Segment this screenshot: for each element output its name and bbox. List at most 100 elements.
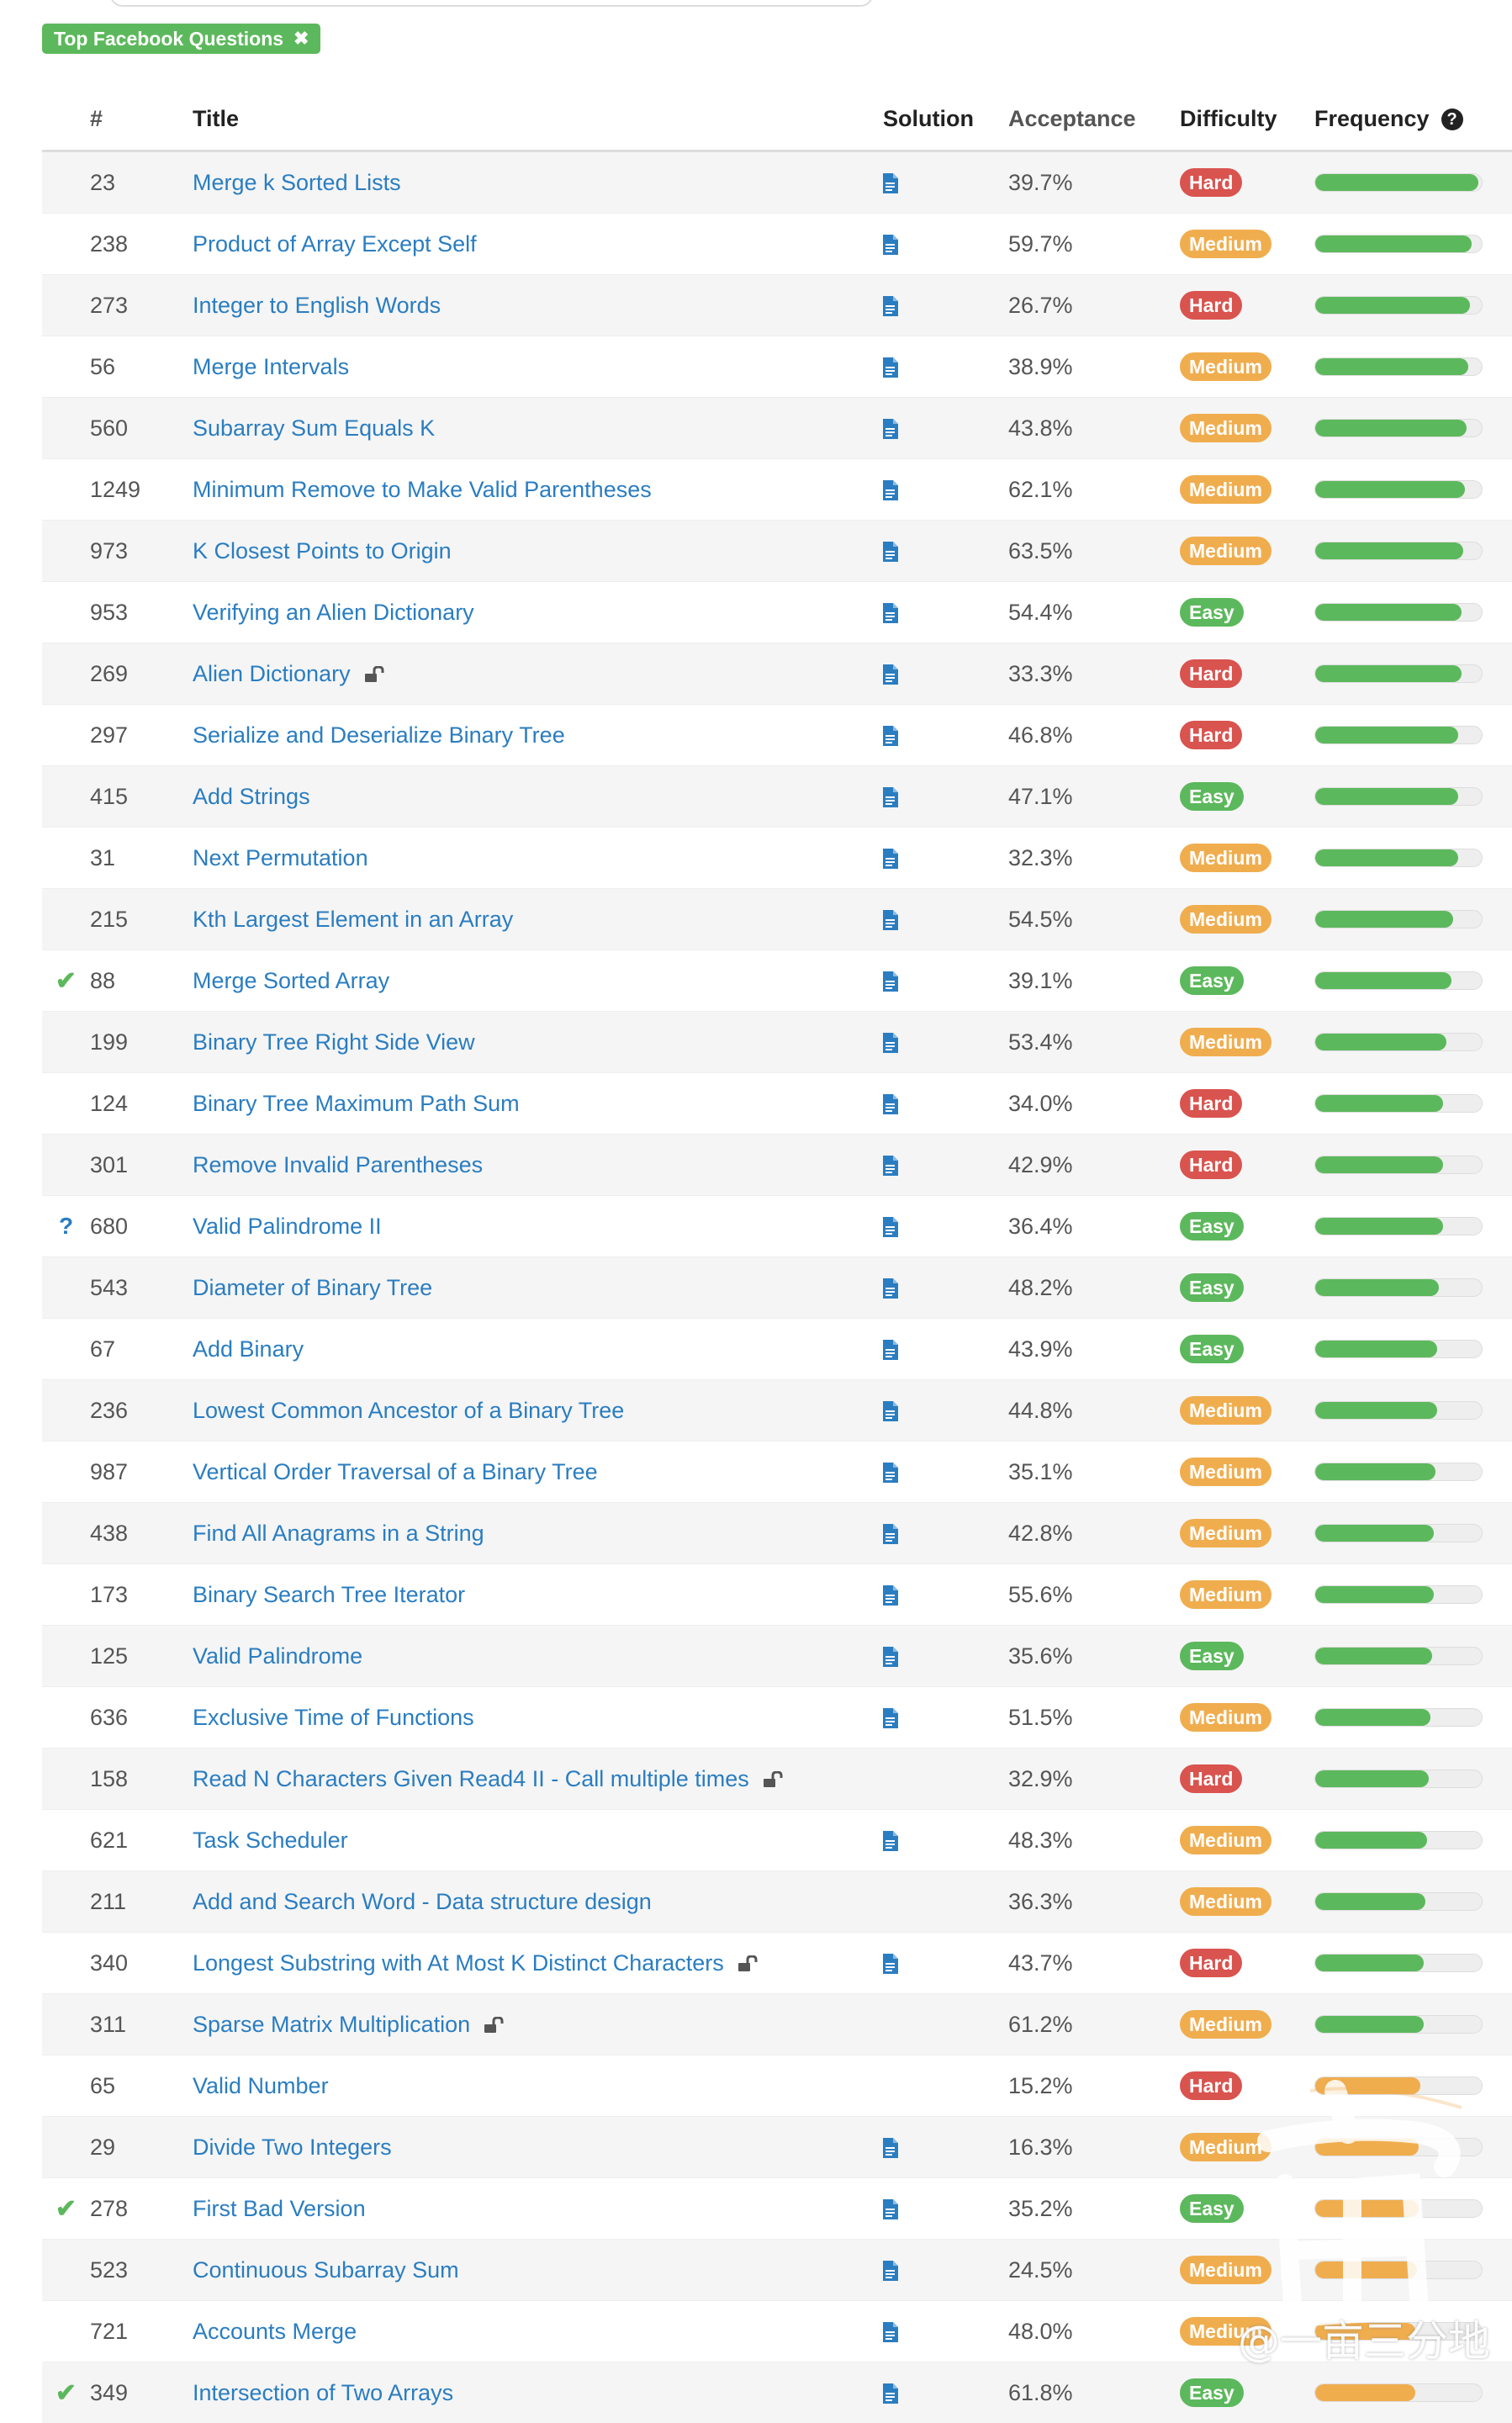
problem-title-link[interactable]: Integer to English Words (193, 293, 441, 318)
problem-title-link[interactable]: Read N Characters Given Read4 II - Call … (193, 1766, 749, 1791)
table-row[interactable]: 211Add and Search Word - Data structure … (42, 1871, 1512, 1933)
problem-title-link[interactable]: Lowest Common Ancestor of a Binary Tree (193, 1398, 624, 1423)
solution-doc-icon[interactable] (883, 661, 900, 686)
solution-doc-icon[interactable] (883, 231, 900, 257)
col-difficulty[interactable]: Difficulty (1180, 87, 1314, 151)
problem-title-link[interactable]: Exclusive Time of Functions (193, 1705, 474, 1730)
problem-title-link[interactable]: Merge k Sorted Lists (193, 170, 401, 195)
solution-doc-icon[interactable] (883, 1091, 900, 1116)
solution-doc-icon[interactable] (883, 600, 900, 625)
problem-title-link[interactable]: Binary Search Tree Iterator (193, 1582, 465, 1607)
table-row[interactable]: 438Find All Anagrams in a String42.8%Med… (42, 1503, 1512, 1564)
solution-doc-icon[interactable] (883, 1152, 900, 1177)
table-row[interactable]: 543Diameter of Binary Tree48.2%Easy (42, 1257, 1512, 1319)
solution-doc-icon[interactable] (883, 1275, 900, 1300)
table-row[interactable]: 269Alien Dictionary33.3%Hard (42, 643, 1512, 705)
problem-title-link[interactable]: Divide Two Integers (193, 2135, 392, 2160)
table-row[interactable]: 560Subarray Sum Equals K43.8%Medium (42, 398, 1512, 459)
solution-doc-icon[interactable] (883, 2196, 900, 2221)
table-row[interactable]: 636Exclusive Time of Functions51.5%Mediu… (42, 1687, 1512, 1748)
table-row[interactable]: 973K Closest Points to Origin63.5%Medium (42, 521, 1512, 582)
solution-doc-icon[interactable] (883, 1705, 900, 1730)
problem-title-link[interactable]: Valid Palindrome II (193, 1214, 382, 1239)
table-row[interactable]: ?680Valid Palindrome II36.4%Easy (42, 1196, 1512, 1257)
solution-doc-icon[interactable] (883, 2135, 900, 2160)
solution-doc-icon[interactable] (883, 845, 900, 870)
problem-title-link[interactable]: Verifying an Alien Dictionary (193, 600, 474, 625)
solution-doc-icon[interactable] (883, 538, 900, 563)
table-row[interactable]: 199Binary Tree Right Side View53.4%Mediu… (42, 1012, 1512, 1073)
solution-doc-icon[interactable] (883, 1029, 900, 1055)
solution-doc-icon[interactable] (883, 2380, 900, 2405)
problem-title-link[interactable]: Alien Dictionary (193, 661, 351, 686)
table-row[interactable]: 65Valid Number15.2%Hard (42, 2055, 1512, 2117)
table-row[interactable]: 238Product of Array Except Self59.7%Medi… (42, 214, 1512, 275)
solution-doc-icon[interactable] (883, 293, 900, 318)
problem-title-link[interactable]: Merge Intervals (193, 354, 349, 379)
solution-doc-icon[interactable] (883, 2257, 900, 2283)
solution-doc-icon[interactable] (883, 415, 900, 441)
solution-doc-icon[interactable] (883, 1214, 900, 1239)
search-box[interactable] (109, 0, 874, 7)
table-row[interactable]: 987Vertical Order Traversal of a Binary … (42, 1442, 1512, 1503)
problem-title-link[interactable]: Continuous Subarray Sum (193, 2257, 459, 2283)
solution-doc-icon[interactable] (883, 1459, 900, 1484)
table-row[interactable]: 297Serialize and Deserialize Binary Tree… (42, 705, 1512, 766)
problem-title-link[interactable]: Find All Anagrams in a String (193, 1521, 484, 1546)
solution-doc-icon[interactable] (883, 1643, 900, 1669)
table-row[interactable]: 56Merge Intervals38.9%Medium (42, 336, 1512, 398)
remove-tag-icon[interactable]: ✖ (293, 24, 309, 54)
table-row[interactable]: 23Merge k Sorted Lists39.7%Hard (42, 151, 1512, 214)
problem-title-link[interactable]: Diameter of Binary Tree (193, 1275, 432, 1300)
problem-title-link[interactable]: Sparse Matrix Multiplication (193, 2012, 470, 2037)
table-row[interactable]: 236Lowest Common Ancestor of a Binary Tr… (42, 1380, 1512, 1442)
table-row[interactable]: ✔349Intersection of Two Arrays61.8%Easy (42, 2362, 1512, 2423)
problem-title-link[interactable]: Intersection of Two Arrays (193, 2380, 453, 2405)
problem-title-link[interactable]: Next Permutation (193, 845, 368, 870)
solution-doc-icon[interactable] (883, 784, 900, 809)
solution-doc-icon[interactable] (883, 354, 900, 379)
col-title[interactable]: Title (193, 87, 883, 151)
problem-title-link[interactable]: Merge Sorted Array (193, 968, 389, 993)
problem-title-link[interactable]: Subarray Sum Equals K (193, 415, 435, 441)
problem-title-link[interactable]: Binary Tree Right Side View (193, 1029, 475, 1055)
solution-doc-icon[interactable] (883, 1950, 900, 1976)
solution-doc-icon[interactable] (883, 1521, 900, 1546)
problem-title-link[interactable]: Remove Invalid Parentheses (193, 1152, 483, 1177)
problem-title-link[interactable]: Accounts Merge (193, 2319, 357, 2344)
filter-tag[interactable]: Top Facebook Questions ✖ (42, 24, 320, 54)
table-row[interactable]: 301Remove Invalid Parentheses42.9%Hard (42, 1135, 1512, 1196)
problem-title-link[interactable]: Add Binary (193, 1336, 304, 1362)
problem-title-link[interactable]: Longest Substring with At Most K Distinc… (193, 1950, 724, 1976)
table-row[interactable]: 125Valid Palindrome35.6%Easy (42, 1626, 1512, 1687)
problem-title-link[interactable]: Task Scheduler (193, 1828, 348, 1853)
problem-title-link[interactable]: First Bad Version (193, 2196, 366, 2221)
problem-title-link[interactable]: Kth Largest Element in an Array (193, 907, 513, 932)
problem-title-link[interactable]: Add Strings (193, 784, 310, 809)
table-row[interactable]: 215Kth Largest Element in an Array54.5%M… (42, 889, 1512, 950)
solution-doc-icon[interactable] (883, 968, 900, 993)
solution-doc-icon[interactable] (883, 477, 900, 502)
solution-doc-icon[interactable] (883, 1828, 900, 1853)
table-row[interactable]: 31Next Permutation32.3%Medium (42, 828, 1512, 889)
solution-doc-icon[interactable] (883, 1398, 900, 1423)
problem-title-link[interactable]: K Closest Points to Origin (193, 538, 452, 563)
problem-title-link[interactable]: Minimum Remove to Make Valid Parentheses (193, 477, 652, 502)
solution-doc-icon[interactable] (883, 1336, 900, 1362)
problem-title-link[interactable]: Serialize and Deserialize Binary Tree (193, 722, 565, 748)
problem-title-link[interactable]: Valid Number (193, 2073, 329, 2098)
col-number[interactable]: # (90, 87, 193, 151)
solution-doc-icon[interactable] (883, 1582, 900, 1607)
col-solution[interactable]: Solution (883, 87, 1008, 151)
table-row[interactable]: 173Binary Search Tree Iterator55.6%Mediu… (42, 1564, 1512, 1626)
help-icon[interactable]: ? (1441, 108, 1463, 130)
table-row[interactable]: 523Continuous Subarray Sum24.5%Medium (42, 2240, 1512, 2301)
col-frequency[interactable]: Frequency? (1314, 87, 1512, 151)
problem-title-link[interactable]: Vertical Order Traversal of a Binary Tre… (193, 1459, 598, 1484)
table-row[interactable]: 273Integer to English Words26.7%Hard (42, 275, 1512, 336)
problem-title-link[interactable]: Valid Palindrome (193, 1643, 362, 1669)
solution-doc-icon[interactable] (883, 170, 900, 195)
solution-doc-icon[interactable] (883, 907, 900, 932)
table-row[interactable]: 29Divide Two Integers16.3%Medium (42, 2117, 1512, 2178)
table-row[interactable]: 340Longest Substring with At Most K Dist… (42, 1933, 1512, 1994)
